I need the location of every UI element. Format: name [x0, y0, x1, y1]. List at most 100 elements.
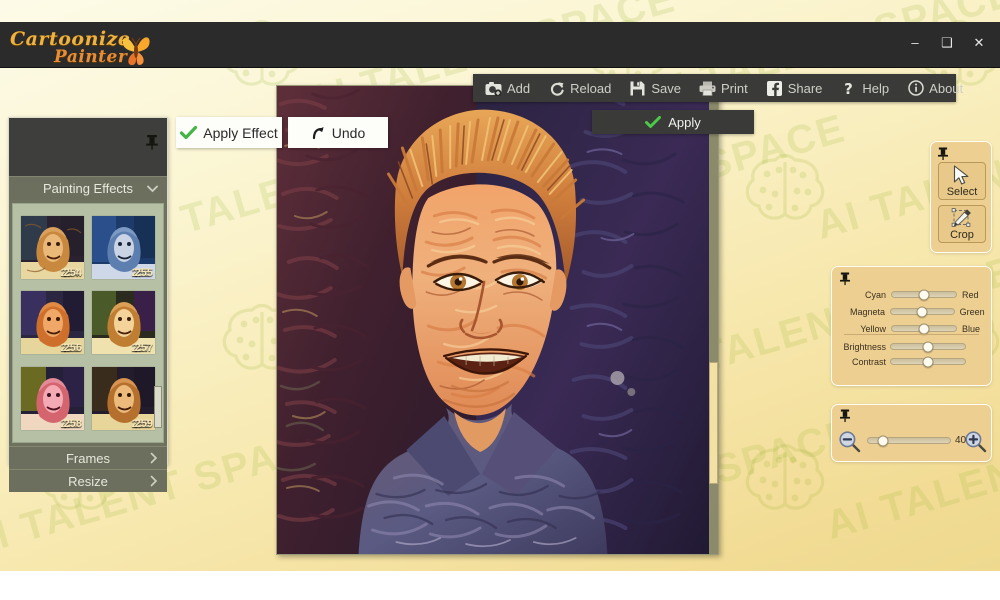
brightness-slider[interactable] — [890, 341, 966, 352]
slider-right-label: Green — [959, 306, 985, 317]
slider-row-brightness: Brightness — [838, 340, 988, 353]
close-button[interactable]: ✕ — [964, 30, 994, 54]
slider-left-label: Magneta — [849, 306, 885, 317]
undo-label: Undo — [331, 124, 366, 141]
toolbar-item-add[interactable]: Add — [483, 76, 532, 100]
effect-number-label: 255 — [134, 267, 153, 280]
reload-icon — [548, 80, 565, 96]
green-check-icon — [180, 125, 198, 139]
maximize-button[interactable]: ❑ — [932, 30, 962, 54]
section-label: Resize — [68, 473, 108, 489]
printer-icon — [699, 80, 716, 96]
toolbar-label: About — [929, 80, 964, 96]
facebook-icon — [766, 80, 783, 96]
toolbar-item-reload[interactable]: Reload — [546, 76, 613, 100]
effect-number-label: 254 — [63, 267, 82, 280]
effects-panel: Painting Effects 254 254 255 255 256 256… — [8, 117, 168, 492]
image-canvas[interactable] — [276, 85, 719, 555]
slider-knob[interactable] — [922, 356, 934, 367]
toolbar-item-print[interactable]: Print — [697, 76, 750, 100]
section-label: Painting Effects — [42, 181, 134, 196]
section-resize[interactable]: Resize — [9, 469, 167, 492]
effect-number-label: 258 — [63, 417, 82, 430]
undo-button[interactable]: Undo — [288, 117, 388, 148]
select-tool-button[interactable]: Select — [938, 162, 986, 200]
effect-thumbnail[interactable]: 255 255 — [92, 216, 155, 280]
toolbar-label: Save — [651, 80, 681, 96]
info-circle-icon — [907, 80, 924, 96]
effect-thumbnail[interactable]: 257 257 — [92, 291, 155, 355]
slider-knob[interactable] — [922, 341, 934, 352]
butterfly-icon — [122, 37, 150, 66]
toolbar-label: Add — [507, 80, 531, 96]
cursor-arrow-icon — [953, 165, 972, 191]
cartoonized-portrait-image[interactable] — [277, 86, 709, 554]
effects-panel-header — [9, 118, 167, 176]
pin-icon[interactable] — [839, 271, 851, 286]
effect-number-label: 257 — [134, 342, 153, 355]
minimize-button[interactable]: – — [900, 30, 930, 54]
section-painting-effects[interactable]: Painting Effects — [9, 176, 167, 200]
effect-thumbnail[interactable]: 256 256 — [21, 291, 84, 355]
effect-number-label: 259 — [134, 417, 153, 430]
slider-row-cyan-red: Cyan Red — [840, 288, 985, 301]
chevron-right-icon — [150, 475, 158, 487]
svg-text:?: ? — [845, 81, 854, 96]
yellow-blue-slider[interactable] — [891, 323, 957, 334]
cyan-red-slider[interactable] — [891, 289, 957, 300]
magnifier-minus-icon[interactable] — [839, 431, 861, 453]
zoom-slider[interactable] — [867, 435, 951, 446]
magenta-green-slider[interactable] — [889, 306, 955, 317]
camera-add-icon — [485, 80, 502, 96]
question-mark-icon: ? — [840, 80, 857, 96]
crop-tool-button[interactable]: Crop — [938, 205, 986, 243]
slider-knob[interactable] — [918, 323, 930, 334]
toolbar-item-help[interactable]: ? Help — [838, 76, 891, 100]
toolbar-label: Help — [862, 80, 890, 96]
pin-icon[interactable] — [839, 408, 851, 423]
section-label: Frames — [65, 450, 111, 466]
window-controls: – ❑ ✕ — [900, 30, 994, 54]
chevron-right-icon — [150, 452, 158, 464]
zoom-slider-knob[interactable] — [877, 435, 889, 446]
contrast-slider[interactable] — [890, 356, 966, 367]
slider-right-label: Red — [962, 289, 979, 300]
effects-scrollbar-thumb[interactable] — [154, 386, 162, 428]
scrollbar-thumb[interactable] — [709, 362, 718, 484]
green-check-icon — [645, 115, 662, 128]
apply-label: Apply — [668, 114, 701, 130]
undo-arrow-icon — [312, 126, 324, 139]
toolbar-label: Print — [720, 80, 748, 96]
toolbar-item-about[interactable]: About — [905, 76, 965, 100]
toolbar-item-share[interactable]: Share — [764, 76, 825, 100]
application-window: AI TALENT SPACE AI TALENT SPACE AI TALEN… — [0, 0, 1000, 571]
main-toolbar: Add Reload Save Print Share ? Help About — [473, 74, 963, 102]
color-adjust-panel: Cyan Red Magneta Green Yellow Blue Brigh… — [831, 266, 992, 386]
toolbar-label: Reload — [570, 80, 612, 96]
effects-thumbnail-grid[interactable]: 254 254 255 255 256 256 257 257 258 258 … — [12, 203, 164, 443]
zoom-panel: 40% — [831, 404, 992, 462]
magnifier-plus-icon[interactable] — [965, 431, 987, 453]
slider-knob[interactable] — [916, 306, 928, 317]
effect-thumbnail[interactable]: 254 254 — [21, 216, 84, 280]
apply-effect-button[interactable]: Apply Effect — [176, 117, 282, 148]
slider-left-label: Brightness — [843, 341, 886, 352]
app-logo: Cartoonize Painter — [8, 26, 150, 67]
slider-left-label: Yellow — [860, 323, 886, 334]
pin-icon[interactable] — [145, 134, 159, 150]
crop-pen-icon — [951, 208, 973, 234]
panel-divider — [844, 334, 979, 335]
toolbar-item-save[interactable]: Save — [627, 76, 683, 100]
pin-icon[interactable] — [937, 146, 949, 161]
chevron-down-icon — [147, 185, 158, 193]
slider-left-label: Contrast — [851, 356, 886, 367]
section-frames[interactable]: Frames — [9, 446, 167, 469]
effect-thumbnail[interactable]: 259 259 — [92, 366, 155, 430]
tools-panel: Select Crop — [930, 141, 992, 253]
slider-knob[interactable] — [918, 289, 930, 300]
effect-thumbnail[interactable]: 258 258 — [21, 366, 84, 430]
canvas-vertical-scrollbar[interactable] — [709, 86, 718, 554]
apply-button[interactable]: Apply — [592, 110, 754, 134]
app-name-line2: Painter — [54, 47, 128, 67]
effect-number-label: 256 — [63, 342, 82, 355]
